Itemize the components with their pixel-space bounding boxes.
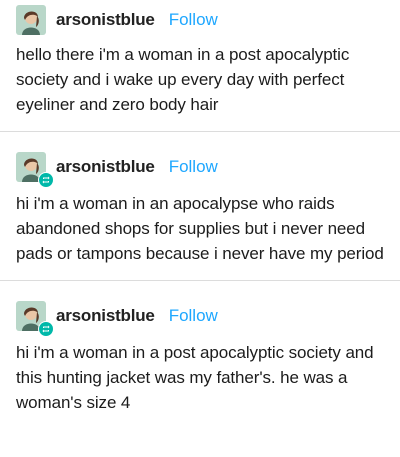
avatar[interactable]	[16, 301, 54, 337]
follow-button[interactable]: Follow	[169, 306, 218, 326]
post: arsonistblue Follow hi i'm a woman in a …	[0, 281, 400, 415]
post: arsonistblue Follow hello there i'm a wo…	[0, 0, 400, 117]
reblog-badge	[38, 321, 54, 337]
avatar[interactable]	[16, 5, 46, 35]
username[interactable]: arsonistblue	[56, 306, 155, 326]
avatar-illustration-icon	[16, 5, 46, 35]
post-text: hi i'm a woman in a post apocalyptic soc…	[16, 343, 374, 412]
follow-button[interactable]: Follow	[169, 10, 218, 30]
reblog-icon	[39, 322, 53, 336]
username[interactable]: arsonistblue	[56, 157, 155, 177]
reblog-badge	[38, 172, 54, 188]
follow-button[interactable]: Follow	[169, 157, 218, 177]
post-text: hi i'm a woman in an apocalypse who raid…	[16, 194, 384, 263]
post-text: hello there i'm a woman in a post apocal…	[16, 45, 350, 114]
post: arsonistblue Follow hi i'm a woman in an…	[0, 132, 400, 266]
post-header: arsonistblue Follow	[16, 298, 386, 337]
username[interactable]: arsonistblue	[56, 10, 155, 30]
post-header: arsonistblue Follow	[16, 2, 386, 38]
reblog-icon	[39, 173, 53, 187]
post-header: arsonistblue Follow	[16, 149, 386, 188]
avatar[interactable]	[16, 152, 54, 188]
